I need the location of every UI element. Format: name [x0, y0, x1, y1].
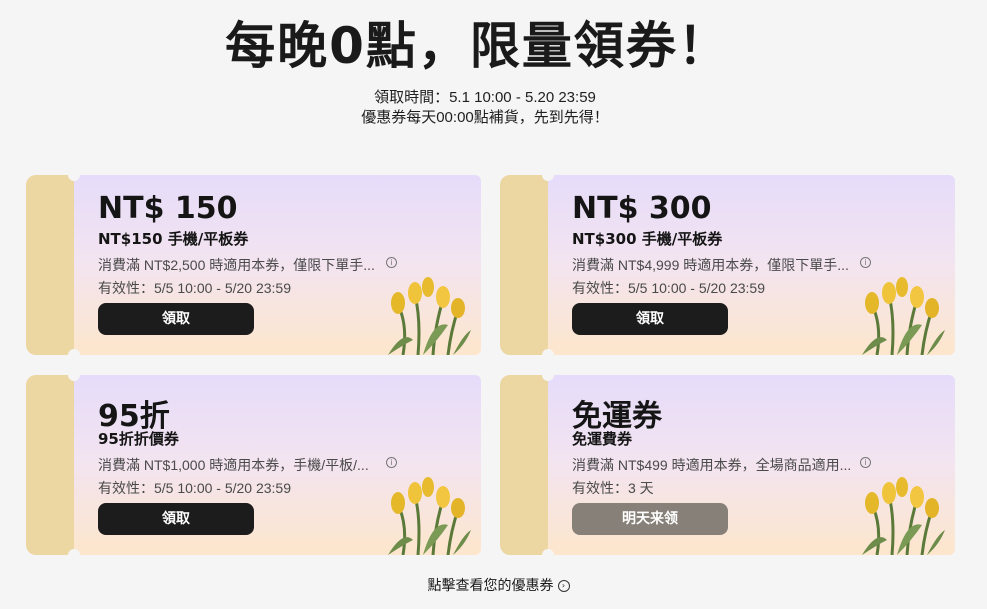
claim-button[interactable]: 領取	[98, 503, 254, 535]
arrow-right-circle-icon: ›	[557, 580, 570, 593]
tulip-flowers-icon	[388, 277, 471, 355]
page-title: 每晚0點，限量領券！	[225, 17, 730, 75]
info-circle-icon[interactable]: i	[386, 257, 397, 268]
coupon-validity: 有效性：5/5 10:00 - 5/20 23:59	[572, 280, 765, 296]
coupon-card: NT$ 300 NT$300 手機/平板券 消費滿 NT$4,999 時適用本券…	[500, 169, 955, 361]
coupon-condition: 消費滿 NT$499 時適用本券，全場商品適用...	[572, 457, 852, 473]
coupon-name: 免運費券	[572, 430, 633, 448]
view-coupons-link[interactable]: 點擊查看您的優惠券 ›	[0, 575, 987, 595]
coupon-validity: 有效性：5/5 10:00 - 5/20 23:59	[98, 280, 291, 296]
coupon-validity: 有效性：3 天	[572, 480, 654, 496]
coupon-name: NT$300 手機/平板券	[572, 230, 723, 248]
claim-time: 領取時間：5.1 10:00 - 5.20 23:59	[374, 89, 596, 106]
coupon-stub	[26, 375, 76, 555]
info-circle-icon[interactable]: i	[860, 257, 871, 268]
info-circle-icon[interactable]: i	[860, 457, 871, 468]
claim-button[interactable]: 領取	[98, 303, 254, 335]
coupon-amount: NT$ 300	[572, 191, 712, 226]
claim-tomorrow-button[interactable]: 明天来领	[572, 503, 728, 535]
tulip-flowers-icon	[862, 477, 945, 555]
coupon-card: NT$ 150 NT$150 手機/平板券 消費滿 NT$2,500 時適用本券…	[26, 169, 481, 361]
coupon-card: 95折 95折折價券 消費滿 NT$1,000 時適用本券，手機/平板/... …	[26, 369, 481, 561]
coupon-validity: 有效性：5/5 10:00 - 5/20 23:59	[98, 480, 291, 496]
coupon-card: 免運券 免運費券 消費滿 NT$499 時適用本券，全場商品適用... i 有效…	[500, 369, 955, 561]
view-coupons-label: 點擊查看您的優惠券	[427, 577, 554, 593]
coupon-condition: 消費滿 NT$2,500 時適用本券，僅限下單手...	[98, 257, 375, 273]
coupon-stub	[26, 175, 76, 355]
coupon-condition: 消費滿 NT$4,999 時適用本券，僅限下單手...	[572, 257, 849, 273]
restock-note: 優惠券每天00:00點補貨，先到先得！	[361, 109, 609, 126]
tulip-flowers-icon	[388, 477, 471, 555]
claim-button[interactable]: 領取	[572, 303, 728, 335]
coupon-amount: NT$ 150	[98, 191, 238, 226]
coupon-stub	[500, 375, 550, 555]
info-circle-icon[interactable]: i	[386, 457, 397, 468]
coupon-condition: 消費滿 NT$1,000 時適用本券，手機/平板/...	[98, 457, 369, 473]
coupon-name: NT$150 手機/平板券	[98, 230, 249, 248]
tulip-flowers-icon	[862, 277, 945, 355]
coupon-stub	[500, 175, 550, 355]
coupon-name: 95折折價券	[98, 430, 179, 448]
